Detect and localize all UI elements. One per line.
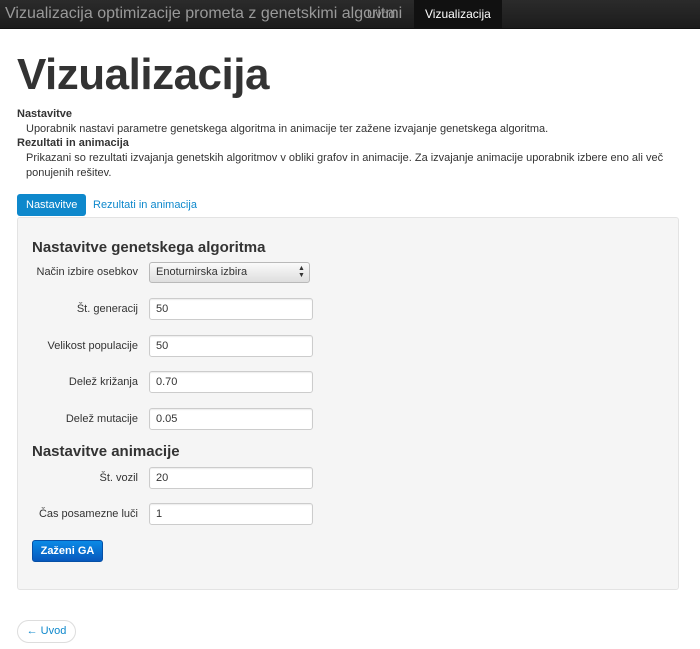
ga-settings-title: Nastavitve genetskega algoritma xyxy=(32,239,266,256)
nav-item-uvod[interactable]: Uvod xyxy=(356,0,406,29)
mutation-label: Delež mutacije xyxy=(65,413,138,425)
vehicles-label: Št. vozil xyxy=(99,472,138,484)
population-input[interactable]: 50 xyxy=(149,335,313,357)
tab-rezultati[interactable]: Rezultati in animacija xyxy=(84,194,206,216)
population-label: Velikost populacije xyxy=(47,340,138,352)
description-settings: Nastavitve Uporabnik nastavi parametre g… xyxy=(17,107,687,137)
mutation-input[interactable]: 0.05 xyxy=(149,408,313,430)
nav-item-vizualizacija[interactable]: Vizualizacija xyxy=(414,0,502,29)
selection-value: Enoturnirska izbira xyxy=(156,266,248,278)
animation-settings-title: Nastavitve animacije xyxy=(32,443,180,460)
tab-nastavitve[interactable]: Nastavitve xyxy=(17,194,87,216)
select-arrows-icon: ▲ ▼ xyxy=(298,265,305,279)
settings-panel: Nastavitve genetskega algoritma Način iz… xyxy=(17,217,679,590)
crossover-label: Delež križanja xyxy=(68,376,138,388)
description-heading: Nastavitve xyxy=(17,108,73,120)
generations-input[interactable]: 50 xyxy=(149,298,313,320)
page-title: Vizualizacija xyxy=(17,50,269,99)
top-navbar: Vizualizacija optimizacije prometa z gen… xyxy=(0,0,700,29)
selection-method-select[interactable]: Enoturnirska izbira ▲ ▼ xyxy=(149,262,310,283)
back-to-intro-button[interactable]: ← Uvod xyxy=(17,620,76,643)
run-ga-button[interactable]: Zaženi GA xyxy=(32,540,103,562)
description-text: Uporabnik nastavi parametre genetskega a… xyxy=(26,123,549,135)
description-heading: Rezultati in animacija xyxy=(17,137,129,149)
selection-label: Način izbire osebkov xyxy=(36,266,139,278)
generations-label: Št. generacij xyxy=(76,303,138,315)
light-time-input[interactable]: 1 xyxy=(149,503,313,525)
crossover-input[interactable]: 0.70 xyxy=(149,371,313,393)
app-brand[interactable]: Vizualizacija optimizacije prometa z gen… xyxy=(5,5,402,23)
description-text: Prikazani so rezultati izvajanja genetsk… xyxy=(26,152,664,179)
vehicles-input[interactable]: 20 xyxy=(149,467,313,489)
light-time-label: Čas posamezne luči xyxy=(38,508,138,520)
description-results: Rezultati in animacija Prikazani so rezu… xyxy=(17,136,687,181)
